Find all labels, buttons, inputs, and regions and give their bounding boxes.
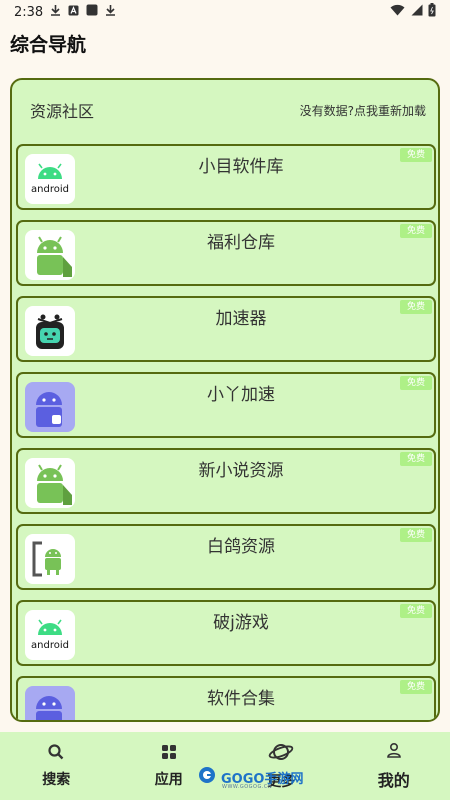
android-logo-icon: android	[25, 610, 75, 660]
free-badge: 免费	[400, 376, 432, 390]
app-name: 新小说资源	[198, 461, 284, 481]
status-bar: 2:38	[0, 0, 450, 24]
android-robot-icon	[25, 458, 75, 508]
android-logo-icon: android	[25, 154, 75, 204]
app-name: 软件合集	[207, 689, 275, 709]
app-item[interactable]: 软件合集 免费	[16, 676, 436, 720]
page-title: 综合导航	[10, 34, 87, 56]
watermark-sub: WWW.GOGOG.CN	[222, 784, 273, 790]
wifi-icon	[390, 4, 405, 20]
resource-card: 资源社区 没有数据?点我重新加载 android 小目软件库 免费 福利仓库 免…	[10, 78, 440, 722]
app-name: 小丫加速	[207, 385, 275, 405]
nav-label: 我的	[377, 771, 410, 790]
android-frame-icon	[25, 534, 75, 584]
robot-face-icon	[25, 306, 75, 356]
app-name: 福利仓库	[207, 233, 275, 253]
person-icon	[385, 741, 403, 763]
app-square-icon	[86, 4, 98, 20]
app-name: 加速器	[215, 309, 267, 329]
free-badge: 免费	[400, 148, 432, 162]
purple-android-icon	[25, 686, 75, 720]
reload-link[interactable]: 没有数据?点我重新加载	[300, 102, 426, 119]
app-name: 小目软件库	[198, 157, 284, 177]
free-badge: 免费	[400, 680, 432, 694]
apps-grid-icon	[160, 743, 178, 765]
font-icon	[68, 5, 79, 20]
app-item[interactable]: 新小说资源 免费	[16, 448, 436, 514]
purple-android-icon	[25, 382, 75, 432]
app-item[interactable]: 白鸽资源 免费	[16, 524, 436, 590]
svg-text:android: android	[31, 640, 69, 651]
nav-search[interactable]: 搜索	[0, 732, 113, 800]
section-title: 资源社区	[30, 102, 95, 121]
nav-profile[interactable]: 我的	[338, 732, 450, 800]
watermark: GOGO手游网 WWW.GOGOG.CN	[196, 766, 303, 790]
svg-text:android: android	[31, 184, 69, 195]
watermark-logo-icon	[196, 766, 218, 788]
download-icon	[105, 4, 116, 20]
search-icon	[47, 743, 65, 765]
app-item[interactable]: android 小目软件库 免费	[16, 144, 436, 210]
planet-icon	[268, 741, 294, 767]
signal-icon	[410, 4, 423, 20]
free-badge: 免费	[400, 604, 432, 618]
free-badge: 免费	[400, 300, 432, 314]
status-time: 2:38	[14, 4, 44, 20]
free-badge: 免费	[400, 528, 432, 542]
free-badge: 免费	[400, 452, 432, 466]
card-header: 资源社区 没有数据?点我重新加载	[12, 80, 438, 140]
app-item[interactable]: 小丫加速 免费	[16, 372, 436, 438]
android-robot-icon	[25, 230, 75, 280]
app-name: 白鸽资源	[207, 537, 275, 557]
app-item[interactable]: 福利仓库 免费	[16, 220, 436, 286]
battery-icon	[428, 3, 436, 21]
app-list: android 小目软件库 免费 福利仓库 免费 加速器 免费 小丫加速 免费 …	[16, 144, 436, 720]
download-icon	[50, 4, 61, 20]
nav-label: 应用	[154, 772, 183, 788]
app-item[interactable]: android 破j游戏 免费	[16, 600, 436, 666]
free-badge: 免费	[400, 224, 432, 238]
app-item[interactable]: 加速器 免费	[16, 296, 436, 362]
app-name: 破j游戏	[213, 613, 269, 633]
nav-label: 搜索	[42, 772, 71, 788]
